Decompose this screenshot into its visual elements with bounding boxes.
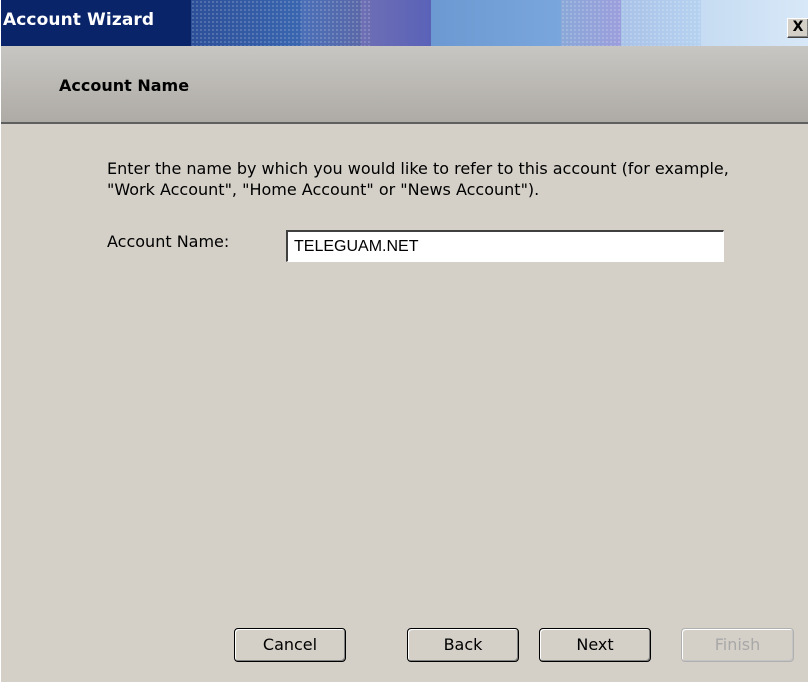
back-button[interactable]: Back bbox=[407, 628, 519, 662]
finish-button: Finish bbox=[681, 628, 794, 662]
page-title: Account Name bbox=[59, 76, 190, 95]
account-name-input[interactable] bbox=[286, 230, 724, 262]
instructions-text: Enter the name by which you would like t… bbox=[107, 159, 729, 199]
close-button[interactable]: X bbox=[787, 18, 808, 38]
title-bar-pattern bbox=[561, 0, 701, 46]
window-title: Account Wizard bbox=[3, 10, 155, 30]
title-bar[interactable]: Account Wizard X bbox=[1, 0, 808, 46]
cancel-button[interactable]: Cancel bbox=[234, 628, 346, 662]
account-wizard-window: Account Wizard X Account Name Enter the … bbox=[0, 0, 808, 682]
account-name-label: Account Name: bbox=[107, 232, 230, 251]
close-icon: X bbox=[792, 19, 804, 35]
next-button[interactable]: Next bbox=[539, 628, 651, 662]
wizard-header: Account Name bbox=[1, 46, 808, 124]
title-bar-pattern bbox=[191, 0, 371, 46]
